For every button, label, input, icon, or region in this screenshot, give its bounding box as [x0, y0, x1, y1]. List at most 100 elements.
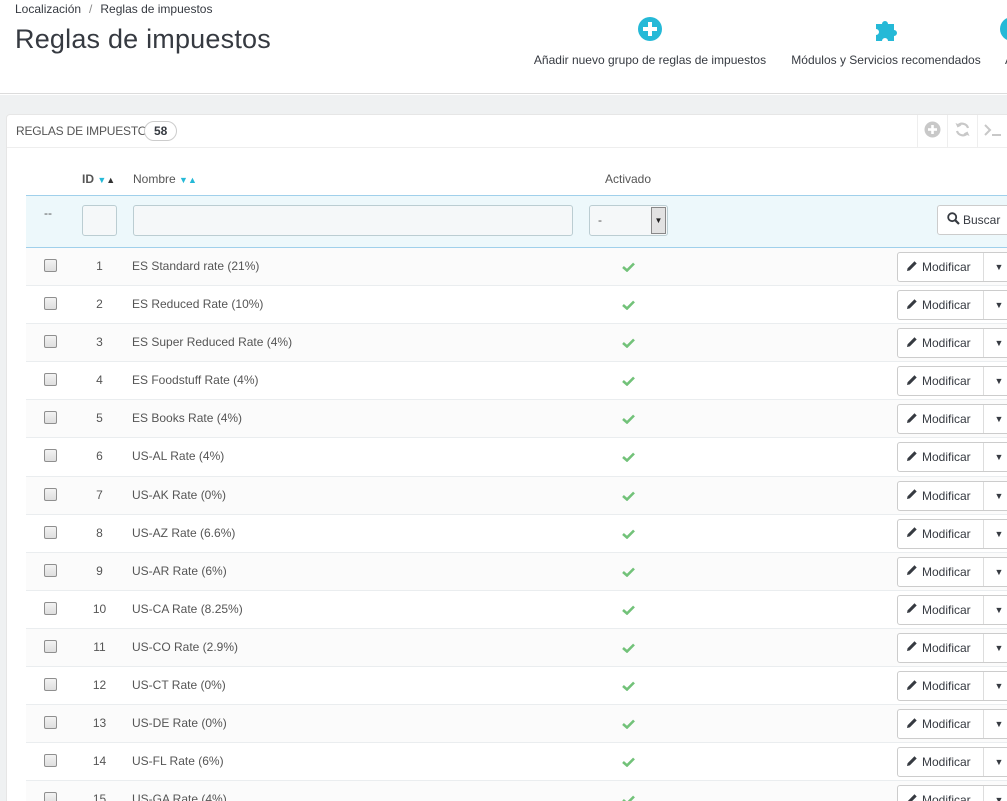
row-name[interactable]: ES Super Reduced Rate (4%) — [132, 335, 292, 349]
row-id: 5 — [96, 411, 103, 426]
filter-active-select[interactable]: - ▼ — [589, 205, 668, 236]
column-header-name-label: Nombre — [133, 172, 176, 186]
row-dropdown-toggle[interactable]: ▼ — [984, 329, 1007, 357]
row-checkbox[interactable] — [44, 525, 57, 539]
add-new-button[interactable] — [917, 115, 947, 148]
row-checkbox[interactable] — [44, 678, 57, 692]
row-dropdown-toggle[interactable]: ▼ — [984, 482, 1007, 510]
row-dropdown-toggle[interactable]: ▼ — [984, 558, 1007, 586]
edit-button[interactable]: Modificar — [898, 329, 984, 358]
add-tax-rule-group-button[interactable]: Añadir nuevo grupo de reglas de impuesto… — [528, 16, 772, 67]
row-dropdown-toggle[interactable]: ▼ — [984, 710, 1007, 738]
row-checkbox[interactable] — [44, 259, 57, 272]
sort-desc-icon[interactable]: ▼ — [179, 175, 188, 185]
row-dropdown-toggle[interactable]: ▼ — [984, 672, 1007, 700]
sort-asc-icon[interactable]: ▲ — [106, 175, 115, 185]
row-checkbox[interactable] — [44, 297, 57, 311]
search-icon — [947, 212, 963, 228]
edit-button[interactable]: Modificar — [898, 443, 984, 472]
row-name[interactable]: US-FL Rate (6%) — [132, 754, 224, 768]
row-name[interactable]: ES Books Rate (4%) — [132, 411, 242, 425]
row-name[interactable]: US-AL Rate (4%) — [132, 449, 224, 463]
column-header-id: ID ▼▲ — [82, 172, 115, 186]
row-dropdown-toggle[interactable]: ▼ — [984, 596, 1007, 624]
row-name[interactable]: US-CT Rate (0%) — [132, 678, 226, 692]
row-checkbox[interactable] — [44, 563, 57, 577]
edit-button[interactable]: Modificar — [898, 291, 984, 320]
row-checkbox[interactable] — [44, 792, 57, 801]
recommended-modules-button[interactable]: Módulos y Servicios recomendados — [787, 16, 985, 67]
row-dropdown-toggle[interactable]: ▼ — [984, 443, 1007, 471]
check-icon[interactable] — [622, 413, 635, 427]
row-dropdown-toggle[interactable]: ▼ — [984, 291, 1007, 319]
row-name[interactable]: ES Foodstuff Rate (4%) — [132, 373, 259, 387]
row-checkbox[interactable] — [44, 373, 57, 387]
filter-name-input[interactable] — [133, 205, 573, 236]
edit-button[interactable]: Modificar — [898, 367, 984, 396]
row-name[interactable]: US-AZ Rate (6.6%) — [132, 526, 235, 540]
check-icon[interactable] — [622, 642, 635, 656]
search-button[interactable]: Buscar — [937, 205, 1007, 235]
check-icon[interactable] — [622, 451, 635, 465]
edit-button[interactable]: Modificar — [898, 786, 984, 801]
edit-button[interactable]: Modificar — [898, 519, 984, 548]
row-dropdown-toggle[interactable]: ▼ — [984, 748, 1007, 776]
table-row: 13 US-DE Rate (0%) Modificar ▼ — [26, 705, 1007, 744]
row-checkbox[interactable] — [44, 716, 57, 730]
edit-button[interactable]: Modificar — [898, 481, 984, 510]
refresh-button[interactable] — [947, 115, 977, 148]
caret-down-icon: ▼ — [994, 795, 1004, 801]
row-dropdown-toggle[interactable]: ▼ — [984, 520, 1007, 548]
check-icon[interactable] — [622, 375, 635, 389]
edit-button[interactable]: Modificar — [898, 595, 984, 624]
more-toolbar-button[interactable]: A — [999, 16, 1007, 67]
row-name[interactable]: US-DE Rate (0%) — [132, 716, 227, 730]
edit-button-label: Modificar — [922, 488, 971, 503]
edit-button[interactable]: Modificar — [898, 405, 984, 434]
sort-asc-icon[interactable]: ▲ — [188, 175, 197, 185]
edit-button[interactable]: Modificar — [898, 748, 984, 777]
check-icon[interactable] — [622, 261, 635, 275]
check-icon[interactable] — [622, 680, 635, 694]
help-circle-icon — [999, 16, 1007, 45]
filter-id-input[interactable] — [82, 205, 117, 236]
check-icon[interactable] — [622, 299, 635, 313]
edit-button[interactable]: Modificar — [898, 557, 984, 586]
check-icon[interactable] — [622, 566, 635, 580]
row-name[interactable]: US-CA Rate (8.25%) — [132, 602, 243, 616]
row-checkbox[interactable] — [44, 754, 57, 768]
check-icon[interactable] — [622, 490, 635, 504]
check-icon[interactable] — [622, 604, 635, 618]
row-checkbox[interactable] — [44, 601, 57, 615]
row-dropdown-toggle[interactable]: ▼ — [984, 253, 1007, 281]
row-actions: Modificar ▼ — [897, 747, 1007, 778]
row-name[interactable]: US-CO Rate (2.9%) — [132, 640, 238, 654]
row-checkbox[interactable] — [44, 639, 57, 653]
edit-button[interactable]: Modificar — [898, 672, 984, 701]
row-checkbox[interactable] — [44, 487, 57, 501]
row-dropdown-toggle[interactable]: ▼ — [984, 786, 1007, 801]
row-name[interactable]: ES Reduced Rate (10%) — [132, 297, 263, 311]
row-checkbox[interactable] — [44, 411, 57, 425]
row-name[interactable]: US-GA Rate (4%) — [132, 792, 227, 801]
row-dropdown-toggle[interactable]: ▼ — [984, 405, 1007, 433]
row-dropdown-toggle[interactable]: ▼ — [984, 634, 1007, 662]
row-name[interactable]: US-AR Rate (6%) — [132, 564, 227, 578]
row-checkbox[interactable] — [44, 335, 57, 349]
edit-button[interactable]: Modificar — [898, 253, 984, 281]
check-icon[interactable] — [622, 337, 635, 351]
breadcrumb-parent[interactable]: Localización — [15, 2, 81, 16]
row-checkbox[interactable] — [44, 449, 57, 463]
check-icon[interactable] — [622, 528, 635, 542]
check-icon[interactable] — [622, 718, 635, 732]
sql-manager-button[interactable] — [977, 115, 1007, 148]
row-name[interactable]: ES Standard rate (21%) — [132, 259, 259, 273]
edit-button[interactable]: Modificar — [898, 710, 984, 739]
row-dropdown-toggle[interactable]: ▼ — [984, 367, 1007, 395]
sort-desc-icon[interactable]: ▼ — [97, 175, 106, 185]
check-icon[interactable] — [622, 794, 635, 801]
row-actions: Modificar ▼ — [897, 556, 1007, 587]
check-icon[interactable] — [622, 756, 635, 770]
row-name[interactable]: US-AK Rate (0%) — [132, 488, 226, 502]
edit-button[interactable]: Modificar — [898, 633, 984, 662]
